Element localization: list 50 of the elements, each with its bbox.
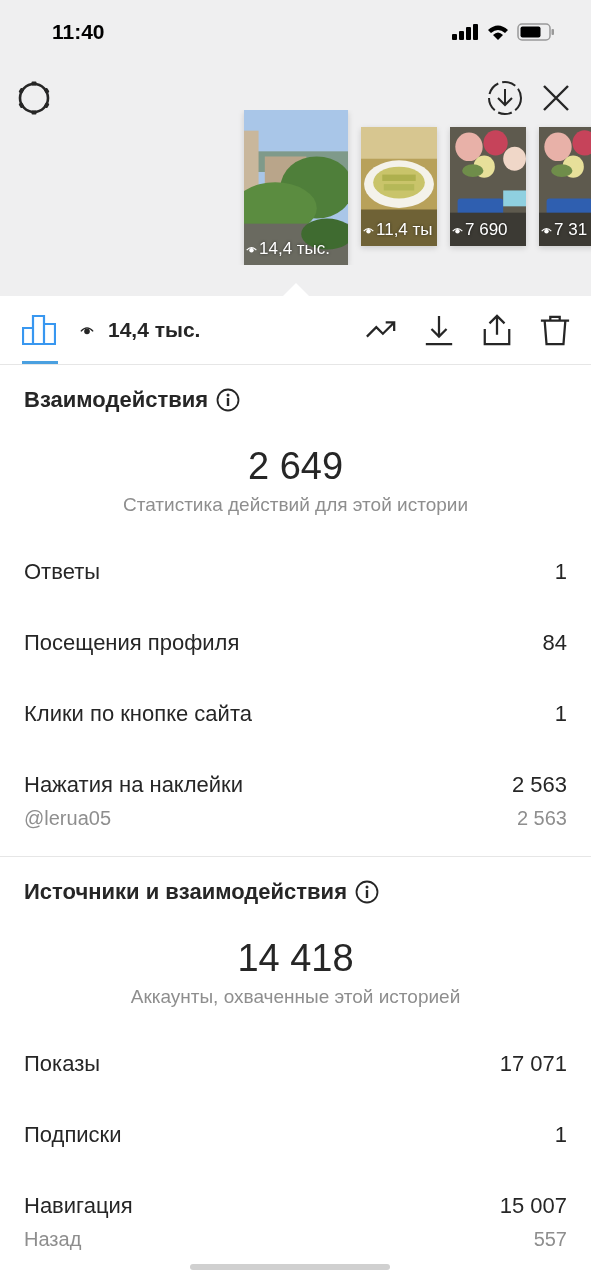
metric-value: 1 (554, 700, 567, 727)
eye-icon (541, 225, 552, 235)
download-icon[interactable] (423, 313, 455, 347)
eye-icon (363, 225, 374, 235)
share-icon[interactable] (481, 313, 513, 347)
total-caption: Статистика действий для этой истории (121, 494, 470, 516)
download-icon[interactable] (487, 80, 523, 116)
metric-label: Посещения профиля (24, 629, 240, 656)
metric-value: 15 007 (499, 1192, 567, 1219)
metric-label: Подписки (24, 1121, 122, 1148)
metric-label: Показы (24, 1050, 101, 1077)
close-icon[interactable] (541, 83, 571, 113)
story-thumbnail[interactable]: 11,4 ты (361, 127, 437, 246)
metric-label: Навигация (24, 1192, 133, 1219)
total-count: 2 649 (246, 445, 345, 488)
eye-icon (452, 225, 463, 235)
metric-value: 1 (554, 558, 567, 585)
eye-icon (246, 244, 257, 254)
metric-label: @lerua05 (24, 806, 112, 830)
metric-value: 1 (554, 1121, 567, 1148)
view-count: 7 31 (554, 220, 588, 240)
section-title: Взаимодействия (24, 387, 209, 413)
metric-value: 557 (533, 1227, 567, 1251)
eye-icon (80, 324, 94, 336)
metric-label: Нажатия на наклейки (24, 771, 243, 798)
metric-value: 2 563 (516, 806, 567, 830)
view-count: 14,4 тыс. (259, 239, 331, 259)
battery-icon (517, 23, 555, 41)
total-caption: Аккаунты, охваченные этой историей (129, 986, 462, 1008)
view-count: 7 690 (465, 220, 508, 240)
status-time: 11:40 (52, 20, 105, 44)
metric-value: 2 563 (511, 771, 567, 798)
info-icon[interactable] (355, 880, 379, 904)
metric-value: 84 (542, 629, 567, 656)
total-count: 14 418 (236, 937, 355, 980)
view-count: 11,4 ты (376, 220, 433, 240)
story-thumbnail[interactable]: 14,4 тыс. (244, 110, 348, 265)
metric-label: Назад (24, 1227, 82, 1251)
section-title: Источники и взаимодействия (24, 879, 347, 905)
wifi-icon (487, 24, 509, 40)
trash-icon[interactable] (539, 313, 571, 347)
info-icon[interactable] (216, 388, 241, 412)
signal-icon (452, 24, 479, 40)
story-thumbnail[interactable]: 7 690 (450, 127, 526, 246)
metric-label: Клики по кнопке сайта (24, 700, 252, 727)
metric-value: 17 071 (499, 1050, 567, 1077)
view-count: 14,4 тыс. (108, 318, 201, 342)
metric-label: Ответы (24, 558, 101, 585)
settings-icon[interactable] (16, 80, 52, 116)
story-thumbnail[interactable]: 7 31 (539, 127, 591, 246)
